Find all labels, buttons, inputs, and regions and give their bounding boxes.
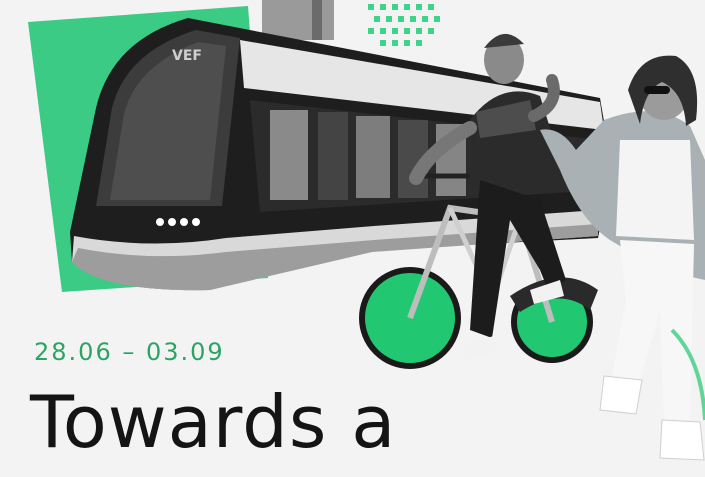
headline: Towards a — [30, 380, 397, 464]
building-backdrop — [262, 0, 334, 40]
tram-logo: VEF — [172, 48, 202, 64]
event-poster: VEF 28.06 – 03.09 Towards a — [0, 0, 705, 477]
dot-pattern — [368, 4, 440, 46]
event-dates: 28.06 – 03.09 — [34, 338, 225, 366]
